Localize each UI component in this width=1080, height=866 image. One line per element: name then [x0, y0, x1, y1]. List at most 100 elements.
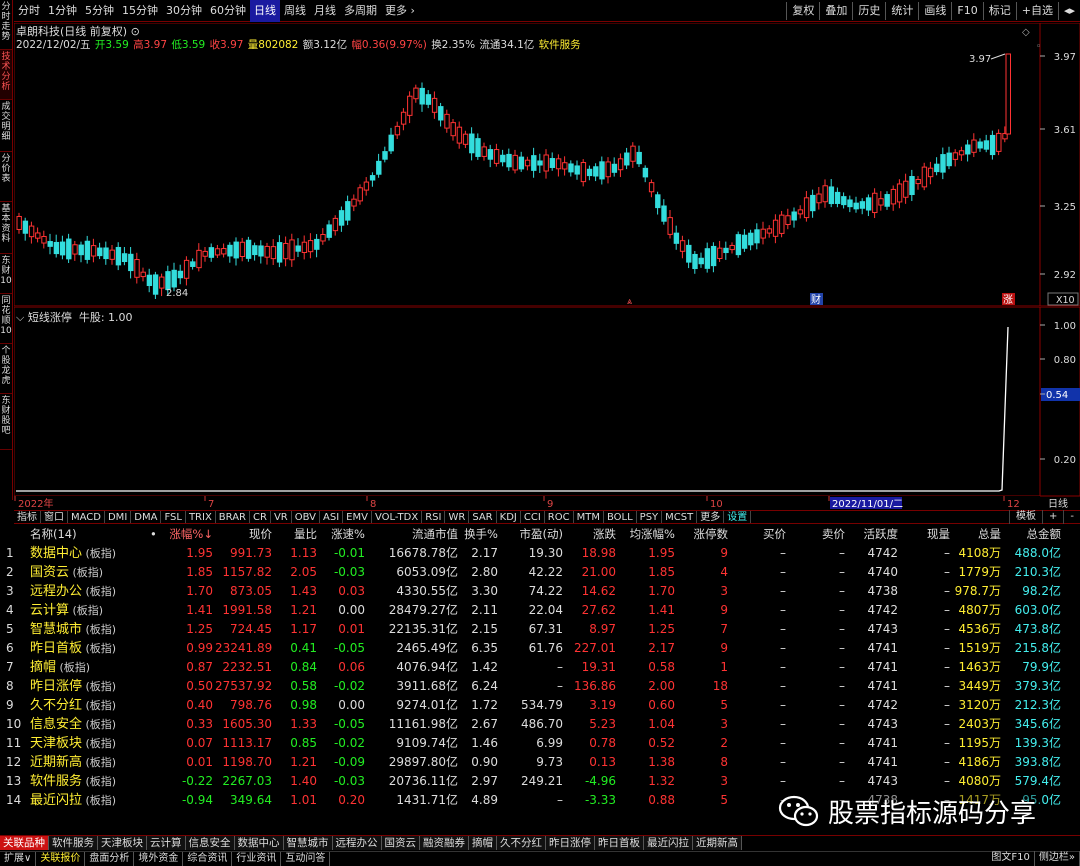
sector-name[interactable]: 昨日首板 (板指): [30, 639, 160, 658]
tool-button-1[interactable]: 叠加: [819, 2, 852, 20]
indicator-tab-0[interactable]: 指标: [14, 511, 41, 523]
related-tab-8[interactable]: 国资云: [381, 836, 420, 850]
function-tab-6[interactable]: 互动问答: [281, 852, 331, 866]
column-header[interactable]: 量比: [275, 525, 317, 544]
column-header[interactable]: 均涨幅%: [618, 525, 675, 544]
sector-name[interactable]: 国资云 (板指): [30, 563, 160, 582]
function-tab-2[interactable]: 盘面分析: [85, 852, 135, 866]
indicator-tab-25[interactable]: 设置: [724, 511, 752, 523]
table-row[interactable]: 10 信息安全 (板指) 0.33 1605.30 1.33 -0.05 11161.98亿…: [0, 715, 1080, 734]
sector-name[interactable]: 久不分红 (板指): [30, 696, 160, 715]
column-header[interactable]: 换手%: [460, 525, 498, 544]
related-tab-2[interactable]: 天津板块: [98, 836, 147, 850]
related-tab-9[interactable]: 融资融券: [420, 836, 469, 850]
left-tab-1[interactable]: 技术分析: [0, 50, 12, 100]
indicator-tab-7[interactable]: BRAR: [216, 511, 250, 523]
column-header[interactable]: 流通市值: [368, 525, 458, 544]
related-tab-5[interactable]: 数据中心: [234, 836, 284, 850]
column-header[interactable]: 涨停数: [678, 525, 729, 544]
indicator-tab-4[interactable]: DMA: [131, 511, 162, 523]
sector-name[interactable]: 软件服务 (板指): [30, 772, 160, 791]
column-header[interactable]: 活跃度: [848, 525, 899, 544]
indicator-tab-18[interactable]: CCI: [521, 511, 545, 523]
left-tab-5[interactable]: 东财10: [0, 254, 12, 294]
sector-name[interactable]: 天津板块 (板指): [30, 734, 160, 753]
table-row[interactable]: 4 云计算 (板指) 1.41 1991.58 1.21 0.00 28479.27亿 2.1…: [0, 601, 1080, 620]
indicator-tab-20[interactable]: MTM: [574, 511, 604, 523]
column-header[interactable]: •: [150, 525, 160, 544]
period-8[interactable]: 月线: [310, 0, 340, 22]
column-header[interactable]: 市盈(动): [500, 525, 563, 544]
indicator-tab-11[interactable]: ASI: [320, 511, 344, 523]
left-tab-7[interactable]: 个股龙虎: [0, 344, 12, 394]
table-row[interactable]: 1 数据中心 (板指) 1.95 991.73 1.13 -0.01 16678.78亿 2.…: [0, 544, 1080, 563]
table-row[interactable]: 13 软件服务 (板指) -0.22 2267.03 1.40 -0.03 20736.11…: [0, 772, 1080, 791]
sector-name[interactable]: 近期新高 (板指): [30, 753, 160, 772]
indicator-tab-19[interactable]: ROC: [545, 511, 574, 523]
period-10[interactable]: 更多 ›: [381, 0, 419, 22]
x10-button[interactable]: X10: [1056, 295, 1075, 306]
indicator-tab-3[interactable]: DMI: [105, 511, 132, 523]
sector-name[interactable]: 最近闪拉 (板指): [30, 791, 160, 810]
period-3[interactable]: 15分钟: [118, 0, 162, 22]
sector-name[interactable]: 昨日涨停 (板指): [30, 677, 160, 696]
function-tab-3[interactable]: 境外资金: [134, 852, 184, 866]
indicator-chart[interactable]: 1.00 0.80 0.54 0.20: [14, 307, 1080, 497]
period-5[interactable]: 60分钟: [206, 0, 250, 22]
indicator-tab-5[interactable]: FSL: [161, 511, 186, 523]
left-tab-6[interactable]: 同花顺10: [0, 294, 12, 344]
left-tab-0[interactable]: 分时走势: [0, 0, 12, 50]
table-row[interactable]: 11 天津板块 (板指) 0.07 1113.17 0.85 -0.02 9109.74亿 1…: [0, 734, 1080, 753]
sector-name[interactable]: 智慧城市 (板指): [30, 620, 160, 639]
period-7[interactable]: 周线: [280, 0, 310, 22]
related-tab-3[interactable]: 云计算: [147, 836, 186, 850]
table-row[interactable]: 5 智慧城市 (板指) 1.25 724.45 1.17 0.01 22135.31亿 2.1…: [0, 620, 1080, 639]
related-tab-14[interactable]: 最近闪拉: [644, 836, 693, 850]
table-row[interactable]: 3 远程办公 (板指) 1.70 873.05 1.43 0.03 4330.55亿 3.30…: [0, 582, 1080, 601]
related-tab-7[interactable]: 远程办公: [332, 836, 382, 850]
tool-button-2[interactable]: 历史: [852, 2, 885, 20]
table-row[interactable]: 9 久不分红 (板指) 0.40 798.76 0.98 0.00 9274.01亿 1.72…: [0, 696, 1080, 715]
tool-button-5[interactable]: F10: [951, 2, 982, 20]
table-row[interactable]: 12 近期新高 (板指) 0.01 1198.70 1.21 -0.09 29897.80亿…: [0, 753, 1080, 772]
indicator-tab-24[interactable]: 更多: [697, 511, 725, 523]
tool-button-8[interactable]: ◂▸: [1057, 2, 1080, 20]
function-tab-5[interactable]: 行业资讯: [232, 852, 282, 866]
period-2[interactable]: 5分钟: [81, 0, 118, 22]
related-tab-11[interactable]: 久不分红: [497, 836, 546, 850]
table-row[interactable]: 8 昨日涨停 (板指) 0.50 27537.92 0.58 -0.02 3911.68亿 6…: [0, 677, 1080, 696]
left-tab-2[interactable]: 成交明细: [0, 100, 12, 152]
tool-button-4[interactable]: 画线: [918, 2, 951, 20]
left-tab-3[interactable]: 分价表: [0, 152, 12, 202]
column-header[interactable]: 总金额: [1003, 525, 1062, 544]
related-tab-15[interactable]: 近期新高: [693, 836, 742, 850]
period-9[interactable]: 多周期: [340, 0, 381, 22]
indicator-tab-17[interactable]: KDJ: [497, 511, 521, 523]
indicator-toggle-icon[interactable]: ⌵: [16, 311, 28, 324]
tool-button-3[interactable]: 统计: [885, 2, 918, 20]
indicator-tab-right-0[interactable]: 模板: [1009, 510, 1042, 524]
indicator-tab-6[interactable]: TRIX: [186, 511, 216, 523]
table-row[interactable]: 2 国资云 (板指) 1.85 1157.82 2.05 -0.03 6053.09亿 2.8…: [0, 563, 1080, 582]
left-tab-4[interactable]: 基本资料: [0, 202, 12, 254]
indicator-tab-10[interactable]: OBV: [292, 511, 320, 523]
period-1[interactable]: 1分钟: [44, 0, 81, 22]
indicator-tab-23[interactable]: MCST: [662, 511, 698, 523]
table-row[interactable]: 7 摘帽 (板指) 0.87 2232.51 0.84 0.06 4076.94亿 1.42 –…: [0, 658, 1080, 677]
indicator-tab-15[interactable]: WR: [445, 511, 470, 523]
column-header[interactable]: 涨速%: [320, 525, 365, 544]
related-tab-10[interactable]: 摘帽: [469, 836, 497, 850]
related-tab-1[interactable]: 软件服务: [49, 836, 98, 850]
indicator-tab-16[interactable]: SAR: [469, 511, 497, 523]
finance-marker[interactable]: 财: [811, 293, 821, 306]
column-header[interactable]: 总量: [952, 525, 1001, 544]
sector-name[interactable]: 数据中心 (板指): [30, 544, 160, 563]
sector-name[interactable]: 信息安全 (板指): [30, 715, 160, 734]
left-tab-8[interactable]: 东财股吧: [0, 394, 12, 450]
related-tab-0[interactable]: 关联品种: [0, 836, 49, 850]
column-header[interactable]: 名称(14): [30, 525, 160, 544]
column-header[interactable]: 涨幅%↓: [165, 525, 213, 544]
column-header[interactable]: 现量: [900, 525, 950, 544]
limit-up-marker[interactable]: 涨: [1003, 294, 1013, 306]
tool-button-7[interactable]: +自选: [1015, 2, 1058, 20]
